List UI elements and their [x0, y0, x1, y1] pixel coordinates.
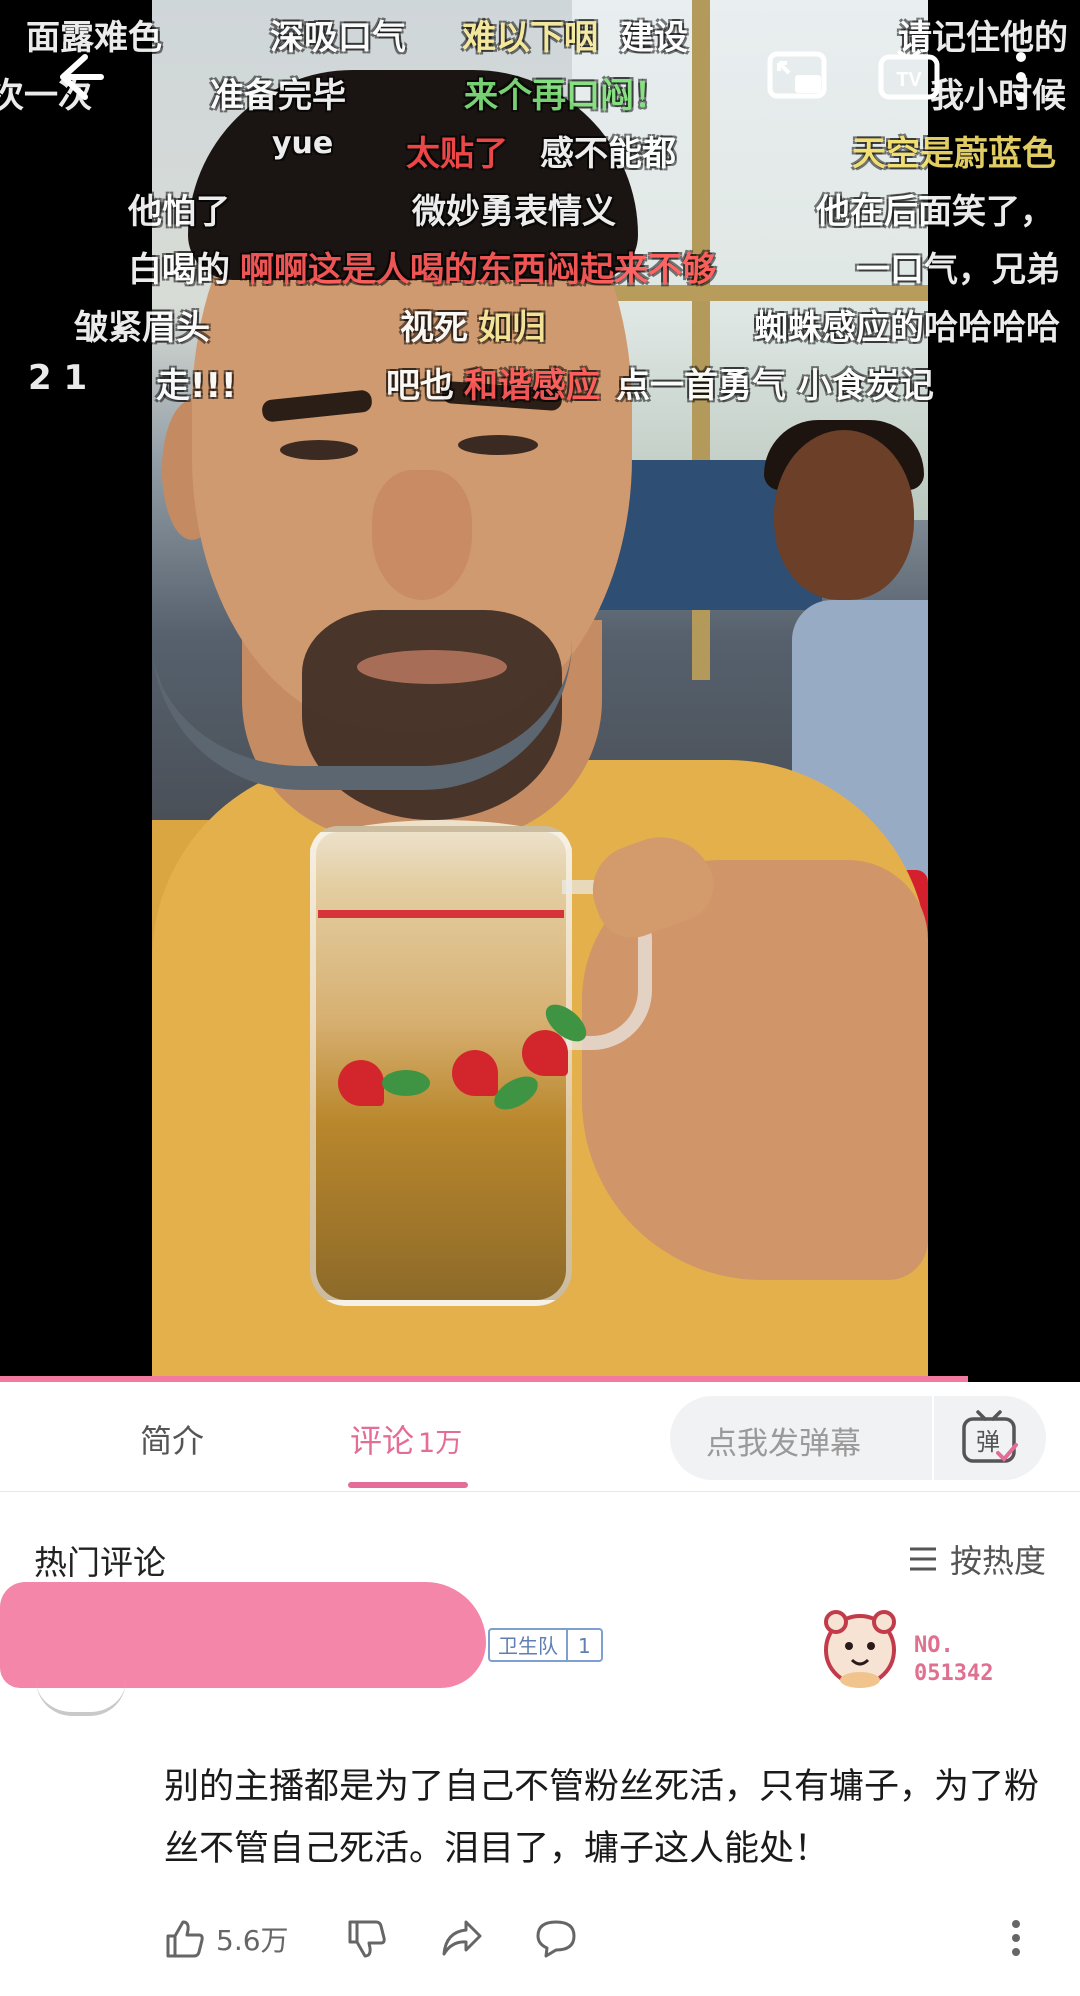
fan-number-label: NO. [914, 1633, 954, 1658]
sort-icon [909, 1547, 936, 1571]
reply-bubble-icon [536, 1920, 576, 1958]
back-arrow-icon[interactable] [46, 44, 112, 110]
user-tag-label: 卫生队 [498, 1634, 558, 1658]
share-icon [442, 1920, 482, 1956]
danmaku-item: 皱紧眉头 [74, 308, 210, 348]
comment-text: 别的主播都是为了自己不管粉丝死活，只有墉子，为了粉丝不管自己死活。泪目了，墉子这… [164, 1767, 1040, 1869]
sort-label: 按热度 [949, 1542, 1046, 1580]
danmaku-item: 微妙勇表情义 [412, 192, 616, 232]
video-player[interactable]: 面露难色 深吸口气 难以下咽 建设 请记住他的 次一次 准备完毕 来个再口闷！ … [0, 0, 1080, 1382]
danmaku-item: 他在后面笑了， [816, 192, 1054, 232]
like-button[interactable]: 5.6万 [164, 1918, 289, 1960]
danmaku-item: 他怕了 [128, 192, 230, 232]
tab-comments-count: 1万 [418, 1428, 463, 1459]
danmaku-item: 点一首勇气 小食炭记 [616, 366, 934, 406]
tv-cast-icon[interactable]: TV [876, 44, 942, 110]
reply-button[interactable] [534, 1918, 578, 1960]
pip-icon[interactable] [764, 44, 830, 110]
danmaku-item: 难以下咽 [462, 18, 598, 58]
danmaku-item: 准备完毕 [210, 76, 346, 116]
user-tag[interactable]: 卫生队 1 [488, 1628, 603, 1662]
tab-active-indicator [348, 1482, 468, 1488]
share-button[interactable] [440, 1918, 484, 1960]
thumbs-up-icon [166, 1920, 204, 1958]
sort-toggle[interactable]: 按热度 [908, 1536, 1046, 1582]
danmaku-item: 视死 [400, 308, 468, 348]
dislike-button[interactable] [346, 1918, 388, 1960]
comment-actions: 5.6万 [164, 1910, 1044, 1966]
user-tag-level: 1 [566, 1630, 601, 1660]
tab-bar: 简介 评论 1万 点我发弹幕 弹 [0, 1382, 1080, 1492]
danmaku-item: yue [272, 126, 334, 161]
danmaku-input-placeholder: 点我发弹幕 [706, 1426, 861, 1462]
danmaku-item: 深吸口气 [270, 18, 406, 58]
danmaku-item: 来个再口闷！ [464, 76, 668, 116]
fan-badge-icon [816, 1600, 906, 1690]
danmaku-item: 蜘蛛感应的哈哈哈哈 [754, 308, 1060, 348]
danmaku-item: 啊啊这是人喝的东西闷起来不够 [240, 250, 716, 290]
hot-comments-title: 热门评论 [34, 1543, 166, 1582]
danmaku-item: 太贴了 [406, 134, 508, 174]
danmaku-item: 2 1 [28, 358, 88, 398]
danmaku-toggle-button[interactable]: 弹 [932, 1396, 1046, 1480]
danmaku-item: 一口气，兄弟 [856, 250, 1060, 290]
danmaku-input[interactable]: 点我发弹幕 弹 [670, 1396, 1046, 1480]
tv-label: TV [896, 69, 922, 91]
danmaku-item: 和谐感应 [464, 366, 600, 406]
danmaku-item: 如归 [478, 308, 546, 348]
tab-comments[interactable]: 评论 1万 [350, 1416, 462, 1462]
danmaku-item: 天空是蔚蓝色 [852, 134, 1056, 174]
danmaku-item: 建设 [620, 18, 688, 58]
danmaku-item: 感不能都 [540, 134, 676, 174]
avatar[interactable] [36, 1680, 126, 1716]
tab-comments-label: 评论 [350, 1422, 415, 1460]
tab-intro[interactable]: 简介 [140, 1416, 204, 1462]
more-options-icon[interactable] [1010, 1918, 1022, 1958]
danmaku-item: 白喝的 [128, 250, 230, 290]
fan-number: NO. 051342 [914, 1632, 993, 1688]
danmaku-item: 吧也 [386, 366, 454, 406]
fan-number-value: 051342 [914, 1661, 994, 1686]
like-count: 5.6万 [216, 1924, 289, 1957]
more-vertical-icon[interactable] [988, 44, 1054, 110]
danmaku-item: 走!!! [156, 366, 237, 406]
redacted-username [0, 1582, 486, 1688]
danmaku-tv-icon: 弹 [962, 1410, 1018, 1463]
thumbs-down-icon [348, 1920, 386, 1958]
